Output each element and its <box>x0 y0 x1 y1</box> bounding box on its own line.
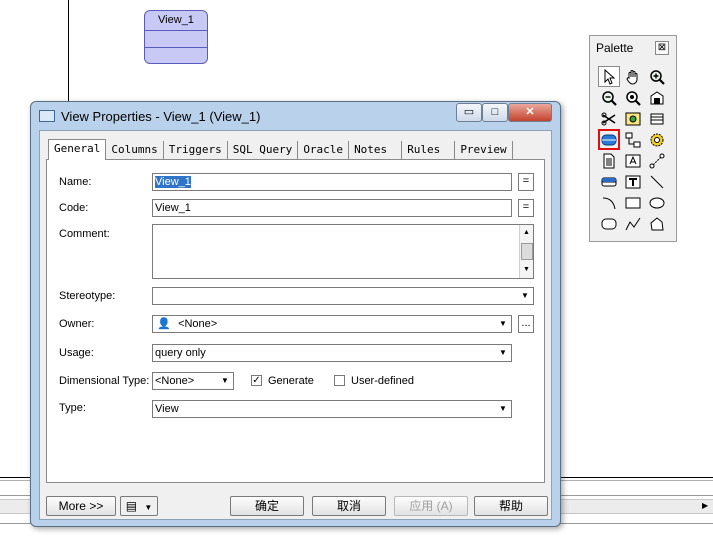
general-tab-panel: Name: View_1 = Code: View_1 = Comment: ▲… <box>46 159 545 483</box>
line-icon[interactable] <box>646 171 668 192</box>
comment-field[interactable]: ▲ ▼ <box>152 224 534 279</box>
tab-oracle[interactable]: Oracle <box>298 141 350 159</box>
code-field[interactable]: View_1 <box>152 199 512 217</box>
view-icon[interactable] <box>598 129 620 150</box>
cut-icon[interactable] <box>598 108 620 129</box>
help-button[interactable]: 帮助 <box>474 496 548 516</box>
canvas-vertical-line <box>68 0 69 112</box>
more-button[interactable]: More >> <box>46 496 116 516</box>
view-properties-icon <box>39 110 55 122</box>
owner-user-icon: 👤 <box>157 318 171 330</box>
title-icon[interactable] <box>622 171 644 192</box>
name-value: View_1 <box>155 176 191 188</box>
code-label: Code: <box>59 202 89 214</box>
stereotype-dropdown[interactable]: ▼ <box>152 287 534 305</box>
generate-checkbox[interactable]: ✓ <box>251 375 262 386</box>
properties-icon[interactable] <box>622 108 644 129</box>
palette-tool-grid <box>598 66 670 234</box>
view-symbol[interactable]: View_1 <box>144 10 208 64</box>
chevron-down-icon: ▼ <box>521 291 529 300</box>
comment-scrollbar[interactable]: ▲ ▼ <box>519 225 533 278</box>
ok-button[interactable]: 确定 <box>230 496 304 516</box>
chevron-down-icon: ▼ <box>221 376 229 385</box>
link-icon[interactable] <box>646 150 668 171</box>
type-dropdown[interactable]: View ▼ <box>152 400 512 418</box>
zoom-out-icon[interactable] <box>598 87 620 108</box>
user-defined-checkbox[interactable] <box>334 375 345 386</box>
comment-label: Comment: <box>59 228 110 240</box>
scroll-right-arrow-icon[interactable]: ▶ <box>702 501 708 510</box>
polygon-icon[interactable] <box>646 213 668 234</box>
open-package-icon[interactable] <box>646 87 668 108</box>
close-button[interactable]: ✕ <box>508 103 552 122</box>
owner-browse-button[interactable]: ... <box>518 315 534 333</box>
owner-label: Owner: <box>59 318 95 330</box>
ellipse-icon[interactable] <box>646 192 668 213</box>
file-icon[interactable] <box>598 150 620 171</box>
owner-dropdown[interactable]: 👤 <None> ▼ <box>152 315 512 333</box>
view-properties-dialog: View Properties - View_1 (View_1) ▭ □ ✕ … <box>30 101 561 527</box>
tab-strip: General Columns Triggers SQL Query Oracl… <box>48 139 513 160</box>
chevron-down-icon: ▼ <box>499 348 507 357</box>
chevron-down-icon: ▼ <box>499 404 507 413</box>
maximize-button[interactable]: □ <box>482 103 508 122</box>
zoom-fit-icon[interactable] <box>622 87 644 108</box>
zoom-in-icon[interactable] <box>646 66 668 87</box>
arc-icon[interactable] <box>598 192 620 213</box>
generate-label: Generate <box>268 375 314 387</box>
minimize-button[interactable]: ▭ <box>456 103 482 122</box>
polyline-icon[interactable] <box>622 213 644 234</box>
chevron-down-icon: ▼ <box>144 503 153 512</box>
tab-triggers[interactable]: Triggers <box>164 141 228 159</box>
list-icon: ▤ <box>125 499 138 513</box>
reference-icon[interactable] <box>622 129 644 150</box>
apply-button[interactable]: 应用 (A) <box>394 496 468 516</box>
dimensional-type-label: Dimensional Type: <box>59 375 150 387</box>
rectangle-icon[interactable] <box>622 192 644 213</box>
tab-columns[interactable]: Columns <box>106 141 164 159</box>
view-symbol-title: View_1 <box>145 11 207 31</box>
usage-dropdown[interactable]: query only ▼ <box>152 344 512 362</box>
name-field[interactable]: View_1 <box>152 173 512 191</box>
table-icon[interactable] <box>646 108 668 129</box>
view-symbol-row <box>145 31 207 48</box>
package-icon[interactable] <box>598 171 620 192</box>
user-defined-label: User-defined <box>351 375 414 387</box>
dimensional-type-dropdown[interactable]: <None> ▼ <box>152 372 234 390</box>
name-label: Name: <box>59 176 92 188</box>
text-icon[interactable] <box>622 150 644 171</box>
chevron-down-icon: ▼ <box>499 319 507 328</box>
dialog-title: View Properties - View_1 (View_1) <box>61 109 261 124</box>
pointer-icon[interactable] <box>598 66 620 87</box>
palette-title: Palette <box>596 41 634 55</box>
procedure-icon[interactable] <box>646 129 668 150</box>
dialog-titlebar[interactable]: View Properties - View_1 (View_1) ▭ □ ✕ <box>31 102 560 130</box>
hand-icon[interactable] <box>622 66 644 87</box>
usage-label: Usage: <box>59 347 94 359</box>
tab-general[interactable]: General <box>48 139 107 160</box>
tab-sql-query[interactable]: SQL Query <box>228 141 299 159</box>
owner-value: <None> <box>178 318 218 330</box>
name-equal-button[interactable]: = <box>518 173 534 191</box>
tab-notes[interactable]: Notes <box>349 141 403 159</box>
cancel-button[interactable]: 取消 <box>312 496 386 516</box>
palette-close-button[interactable]: ⊠ <box>655 41 669 55</box>
list-menu-button[interactable]: ▤ ▼ <box>120 496 158 516</box>
palette-toolbox: Palette ⊠ <box>589 35 677 242</box>
tab-preview[interactable]: Preview <box>455 141 513 159</box>
dialog-footer: More >> ▤ ▼ 确定 取消 应用 (A) 帮助 <box>40 491 551 521</box>
rounded-rectangle-icon[interactable] <box>598 213 620 234</box>
type-label: Type: <box>59 402 86 414</box>
stereotype-label: Stereotype: <box>59 290 116 302</box>
code-equal-button[interactable]: = <box>518 199 534 217</box>
tab-rules[interactable]: Rules <box>402 141 456 159</box>
dialog-body: General Columns Triggers SQL Query Oracl… <box>39 130 552 520</box>
